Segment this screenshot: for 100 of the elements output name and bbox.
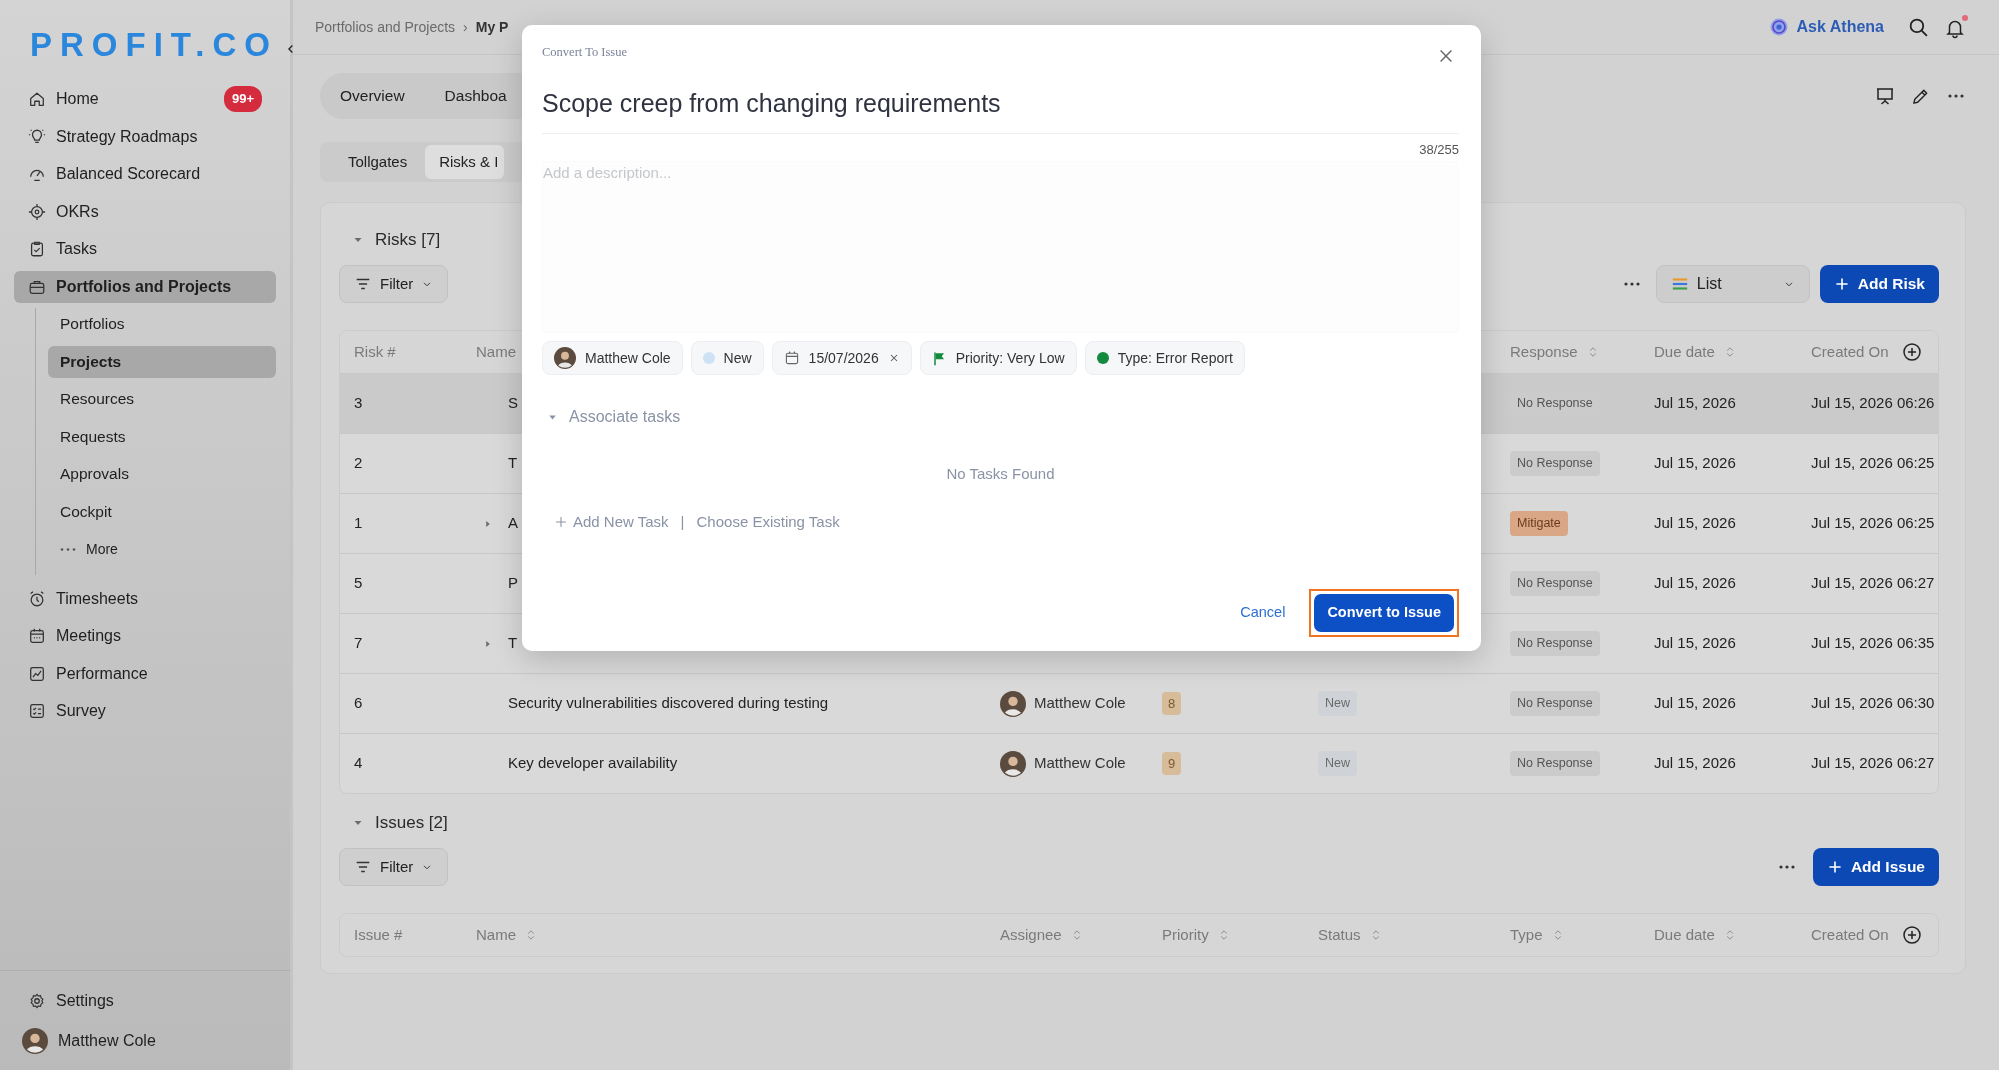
settings-icon	[28, 991, 46, 1010]
response-badge: Mitigate	[1510, 511, 1568, 536]
presentation-icon[interactable]	[1875, 86, 1895, 106]
settings-link[interactable]: Settings	[14, 984, 276, 1017]
date-chip[interactable]: 15/07/2026	[771, 341, 912, 375]
priority-badge: 9	[1162, 751, 1182, 776]
assignee-chip[interactable]: Matthew Cole	[542, 341, 683, 375]
table-cell-text: 4	[354, 753, 363, 774]
stopwatch-icon	[28, 589, 46, 608]
avatar-icon	[22, 1027, 48, 1054]
clipboard-icon	[28, 240, 46, 258]
notification-badge: 99+	[223, 86, 262, 112]
filter-button[interactable]: Filter	[339, 848, 449, 886]
dialog-title: Convert To Issue	[542, 44, 627, 61]
table-cell-text: 5	[354, 573, 363, 594]
target-icon	[28, 202, 46, 221]
add-column-icon[interactable]	[1902, 925, 1922, 945]
tab[interactable]: Risks & I	[425, 144, 505, 180]
table-cell-text: Key developer availability	[508, 753, 678, 774]
table-cell-text: S	[508, 393, 518, 414]
notification-icon[interactable]	[1945, 15, 1969, 39]
table-row[interactable]: 4 Key developer availability Matthew Cole 9 New No Response Jul 15, 2026 Jul 15, 2026 06:27	[340, 733, 1938, 793]
sidebar-item[interactable]: Meetings	[14, 620, 276, 652]
lightbulb-icon	[28, 127, 46, 146]
sidebar-subitem[interactable]: Resources	[48, 383, 276, 415]
orb-icon	[1768, 17, 1789, 37]
table-cell-text: Jul 15, 2026	[1654, 573, 1736, 594]
breadcrumb-link[interactable]: My P	[475, 16, 509, 38]
type-chip[interactable]: Type: Error Report	[1084, 341, 1245, 375]
chart-icon	[28, 664, 46, 683]
table-cell-text: T	[508, 453, 518, 474]
more-icon	[60, 546, 76, 552]
breadcrumb-link[interactable]: Portfolios and Projects	[315, 16, 456, 38]
sidebar-item[interactable]: Performance	[14, 657, 276, 690]
sidebar-item[interactable]: OKRs	[14, 195, 276, 228]
table-cell-text: Jul 15, 2026	[1654, 513, 1736, 534]
avatar-icon	[1000, 690, 1026, 717]
description-field[interactable]: Add a description...	[542, 161, 1459, 333]
response-badge: No Response	[1510, 691, 1600, 716]
section-title: Associate tasks	[569, 407, 681, 427]
sidebar-subitem[interactable]: Cockpit	[48, 495, 276, 528]
table-cell-text: 6	[354, 693, 363, 714]
sidebar-item[interactable]: Home 99+	[14, 83, 276, 115]
table-cell-text: Jul 15, 2026 06:26	[1811, 393, 1935, 414]
plus-icon	[1826, 859, 1843, 875]
filter-button[interactable]: Filter	[339, 265, 449, 303]
tab[interactable]: Tollgates	[342, 144, 414, 180]
plus-icon	[554, 514, 568, 529]
sidebar-item[interactable]: Survey	[14, 695, 276, 727]
avatar-icon	[1000, 750, 1026, 777]
sidebar-subitem[interactable]: Approvals	[48, 458, 276, 490]
sidebar-item[interactable]: Balanced Scorecard	[14, 158, 276, 190]
table-row[interactable]: 6 Security vulnerabilities discovered during testing Matthew Cole 8 New No Response Jul 15, 2026 Jul 15, 2026 06:30	[340, 673, 1938, 733]
add-column-icon[interactable]	[1902, 342, 1922, 362]
table-cell-text: P	[508, 573, 518, 594]
tab[interactable]: Dashboa	[444, 84, 507, 108]
table-cell-text: 3	[354, 393, 363, 414]
calendar-icon	[28, 627, 46, 645]
table-cell-text: 2	[354, 453, 363, 474]
calendar-icon	[783, 350, 800, 366]
table-cell-text: A	[508, 513, 518, 534]
sidebar-item[interactable]: Tasks	[14, 233, 276, 265]
assistant-button[interactable]: Ask Athena	[1768, 15, 1884, 39]
cancel-button[interactable]: Cancel	[1240, 602, 1286, 624]
sidebar-item[interactable]: Portfolios and Projects	[14, 270, 276, 303]
table-cell-text: Jul 15, 2026 06:25	[1811, 513, 1935, 534]
section-title: Risks [7]	[375, 229, 441, 252]
tab[interactable]: Overview	[340, 84, 405, 108]
close-icon[interactable]	[1437, 47, 1455, 65]
sidebar-subitem[interactable]: Portfolios	[48, 308, 276, 340]
home-icon	[28, 90, 46, 108]
priority-chip[interactable]: Priority: Very Low	[919, 341, 1077, 375]
priority-badge: 8	[1162, 691, 1182, 716]
sidebar-item[interactable]: Timesheets	[14, 582, 276, 615]
avatar-icon	[554, 347, 576, 369]
status-badge: New	[1318, 751, 1357, 776]
list-icon	[1670, 275, 1689, 293]
response-badge: No Response	[1510, 451, 1600, 476]
convert-button[interactable]: Convert to Issue	[1314, 594, 1454, 632]
table-cell-text: Jul 15, 2026 06:30	[1811, 693, 1935, 714]
link-separator: |	[680, 511, 685, 532]
table-cell-text: Jul 15, 2026	[1654, 453, 1736, 474]
sidebar-item[interactable]: Strategy Roadmaps	[14, 120, 276, 153]
sidebar-subitem[interactable]: Requests	[48, 420, 276, 453]
table-cell-text: Jul 15, 2026 06:25	[1811, 453, 1935, 474]
view-dropdown[interactable]: List	[1655, 265, 1810, 303]
section-title: Issues [2]	[375, 812, 448, 835]
flag-icon	[931, 350, 947, 366]
table-cell-text: Jul 15, 2026	[1654, 633, 1736, 654]
add-button[interactable]: Add Issue	[1812, 848, 1939, 886]
sidebar-subitem[interactable]: More	[48, 533, 276, 565]
search-icon[interactable]	[1908, 16, 1929, 38]
response-badge: No Response	[1510, 571, 1600, 596]
table-cell-text: Jul 15, 2026 06:27	[1811, 753, 1935, 774]
plus-icon	[1833, 276, 1850, 292]
add-button[interactable]: Add Risk	[1819, 265, 1939, 303]
response-badge: No Response	[1510, 631, 1600, 656]
user-profile[interactable]: Matthew Cole	[14, 1024, 276, 1057]
sidebar-subitem[interactable]: Projects	[48, 345, 276, 378]
status-chip[interactable]: New	[690, 341, 764, 375]
